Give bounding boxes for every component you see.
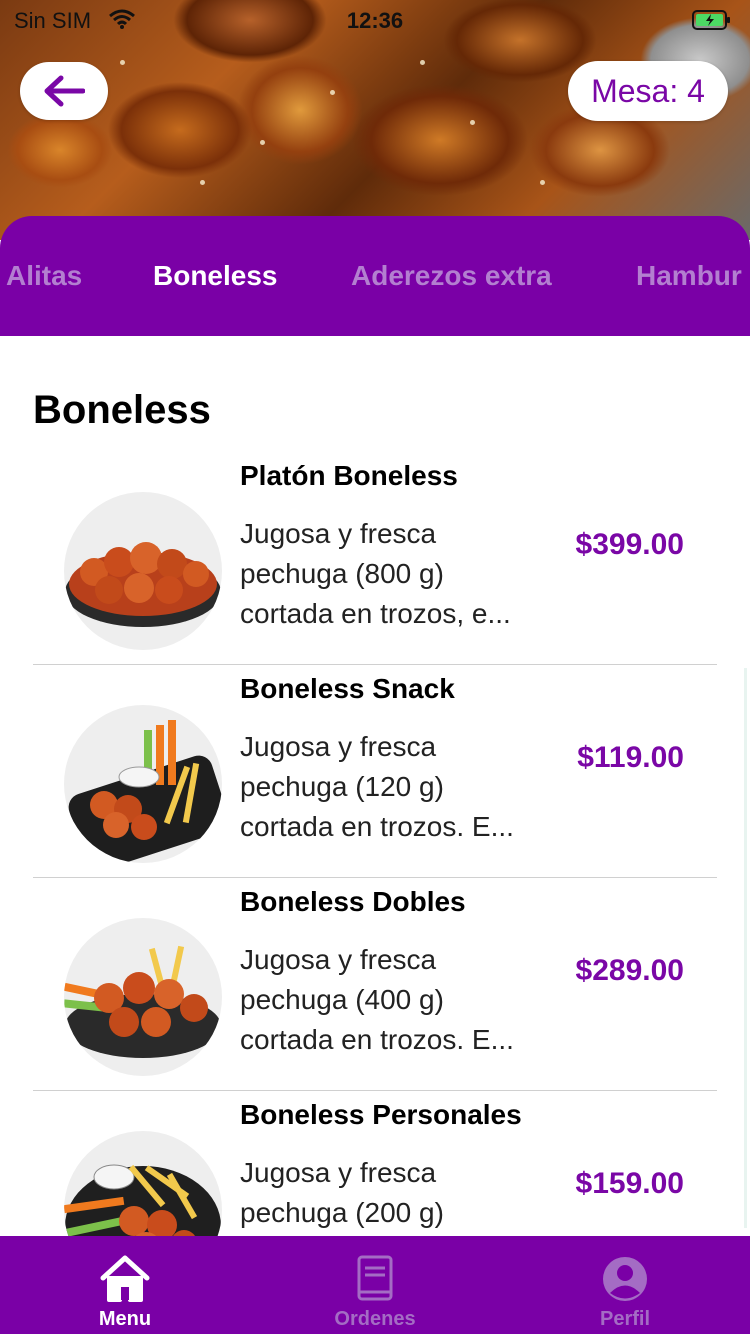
product-price: $119.00 [577,741,684,774]
product-description: Jugosa y fresca pechuga (400 g) cortada … [240,944,514,1055]
product-price: $399.00 [575,528,684,561]
product-image [64,918,222,1076]
scrollbar[interactable] [744,668,747,1228]
nav-perfil[interactable]: Perfil [500,1236,750,1334]
bottom-nav: Menu Ordenes Perfil [0,1236,750,1334]
food-speck [260,140,265,145]
tab-hamburguesas[interactable]: Hambur [636,260,742,292]
section-title: Boneless [33,388,211,432]
product-description: Jugosa y fresca pechuga (120 g) cortada … [240,731,514,842]
clock: 12:36 [346,8,404,33]
tab-boneless[interactable]: Boneless [153,260,278,292]
food-speck [200,180,205,185]
product-item[interactable]: Platón Boneless Jugosa y fresca pechuga … [0,452,750,665]
category-tabs: Alitas Boneless Aderezos extra Hambur [0,216,750,336]
product-image [64,492,222,650]
product-item[interactable]: Boneless Snack Jugosa y fresca pechuga (… [0,665,750,878]
product-price: $159.00 [575,1167,684,1200]
user-icon [603,1257,647,1301]
nav-ordenes-label: Ordenes [334,1308,416,1330]
product-description: Jugosa y fresca pechuga (200 g) [240,1157,444,1228]
nav-menu-label: Menu [98,1308,152,1330]
product-image [64,705,222,863]
home-icon [100,1255,150,1302]
tab-aderezos-extra[interactable]: Aderezos extra [351,260,552,292]
table-badge: Mesa: 4 [568,61,728,121]
product-item[interactable]: Boneless Personales Jugosa y fresca pech… [0,1091,750,1236]
back-button[interactable] [20,62,108,120]
battery-icon [692,10,730,30]
product-list[interactable]: Platón Boneless Jugosa y fresca pechuga … [0,452,750,1236]
product-item[interactable]: Boneless Dobles Jugosa y fresca pechuga … [0,878,750,1091]
tab-alitas[interactable]: Alitas [6,260,82,292]
product-price: $289.00 [575,954,684,987]
product-name: Platón Boneless [240,460,458,491]
food-speck [470,120,475,125]
product-description: Jugosa y fresca pechuga (800 g) cortada … [240,518,511,629]
nav-menu[interactable]: Menu [0,1236,250,1334]
book-icon [357,1255,393,1301]
food-speck [420,60,425,65]
nav-ordenes[interactable]: Ordenes [250,1236,500,1334]
arrow-left-icon [44,75,85,107]
product-image [64,1131,222,1236]
nav-perfil-label: Perfil [599,1308,651,1330]
product-name: Boneless Snack [240,673,455,704]
food-speck [330,90,335,95]
status-bar: Sin SIM 12:36 [0,0,750,40]
food-speck [540,180,545,185]
product-name: Boneless Dobles [240,886,466,917]
food-speck [120,60,125,65]
product-name: Boneless Personales [240,1099,522,1130]
